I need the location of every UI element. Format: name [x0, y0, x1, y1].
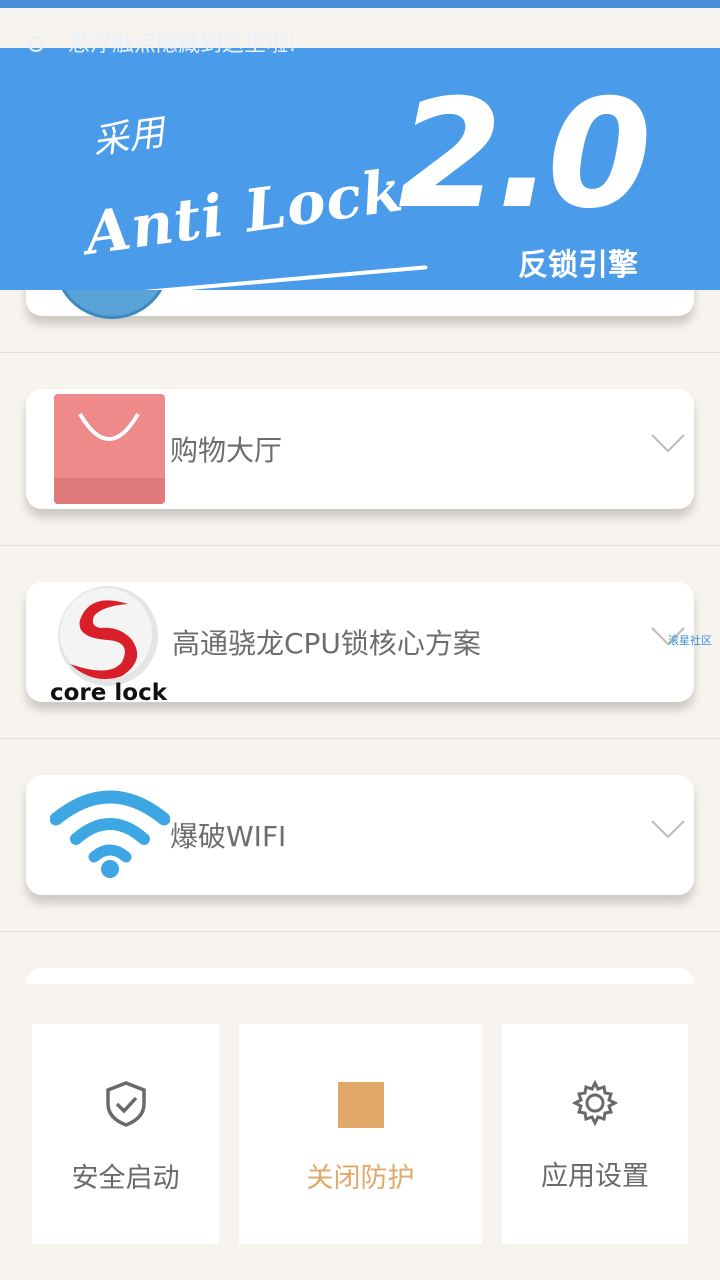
shield-check-icon — [105, 1081, 146, 1127]
gear-icon — [572, 1080, 618, 1126]
wifi-icon — [49, 789, 171, 881]
banner-prefix: 采用 — [89, 112, 168, 163]
chevron-down-icon[interactable] — [650, 811, 686, 847]
item-label: 购物大厅 — [170, 434, 283, 467]
stop-icon — [337, 1082, 384, 1128]
banner-engine-name: Anti Lock — [80, 156, 408, 268]
watermark-text: 滚星社区 — [668, 634, 712, 647]
bottom-nav: 安全启动 关闭防护 应用设置 — [0, 984, 720, 1280]
list-item-wifi[interactable]: 爆破WIFI — [26, 775, 694, 895]
anti-lock-banner: 采用 Anti Lock 2.0 反锁引擎 — [0, 48, 720, 290]
core-lock-icon: core lock — [50, 586, 167, 706]
app-settings-button[interactable]: 应用设置 — [502, 1024, 688, 1244]
banner-subtitle: 反锁引擎 — [518, 248, 638, 283]
list-item-core-lock[interactable]: core lock 高通骁龙CPU锁核心方案 — [26, 582, 694, 706]
safe-start-button[interactable]: 安全启动 — [32, 1024, 219, 1244]
banner-swoosh — [88, 265, 428, 290]
core-lock-caption: core lock — [50, 680, 167, 706]
notice-text: 悬浮触点隐藏到这里啦! — [68, 32, 297, 57]
nav-label: 应用设置 — [541, 1161, 649, 1192]
item-label: 爆破WIFI — [170, 820, 287, 853]
notice-dot-icon — [28, 36, 44, 52]
divider — [0, 931, 720, 932]
nav-label: 安全启动 — [71, 1163, 180, 1194]
status-bar — [0, 0, 720, 8]
close-protection-button[interactable]: 关闭防护 — [239, 1024, 482, 1244]
divider — [0, 738, 720, 739]
divider — [0, 352, 720, 353]
divider — [0, 545, 720, 546]
shopping-bag-icon — [54, 394, 165, 504]
nav-label: 关闭防护 — [306, 1163, 415, 1194]
banner-version: 2.0 — [398, 68, 652, 242]
floating-notice: 悬浮触点隐藏到这里啦! — [0, 22, 720, 58]
item-label: 高通骁龙CPU锁核心方案 — [172, 627, 481, 660]
list-item-shopping[interactable]: 购物大厅 — [26, 389, 694, 509]
chevron-down-icon[interactable] — [650, 425, 686, 461]
